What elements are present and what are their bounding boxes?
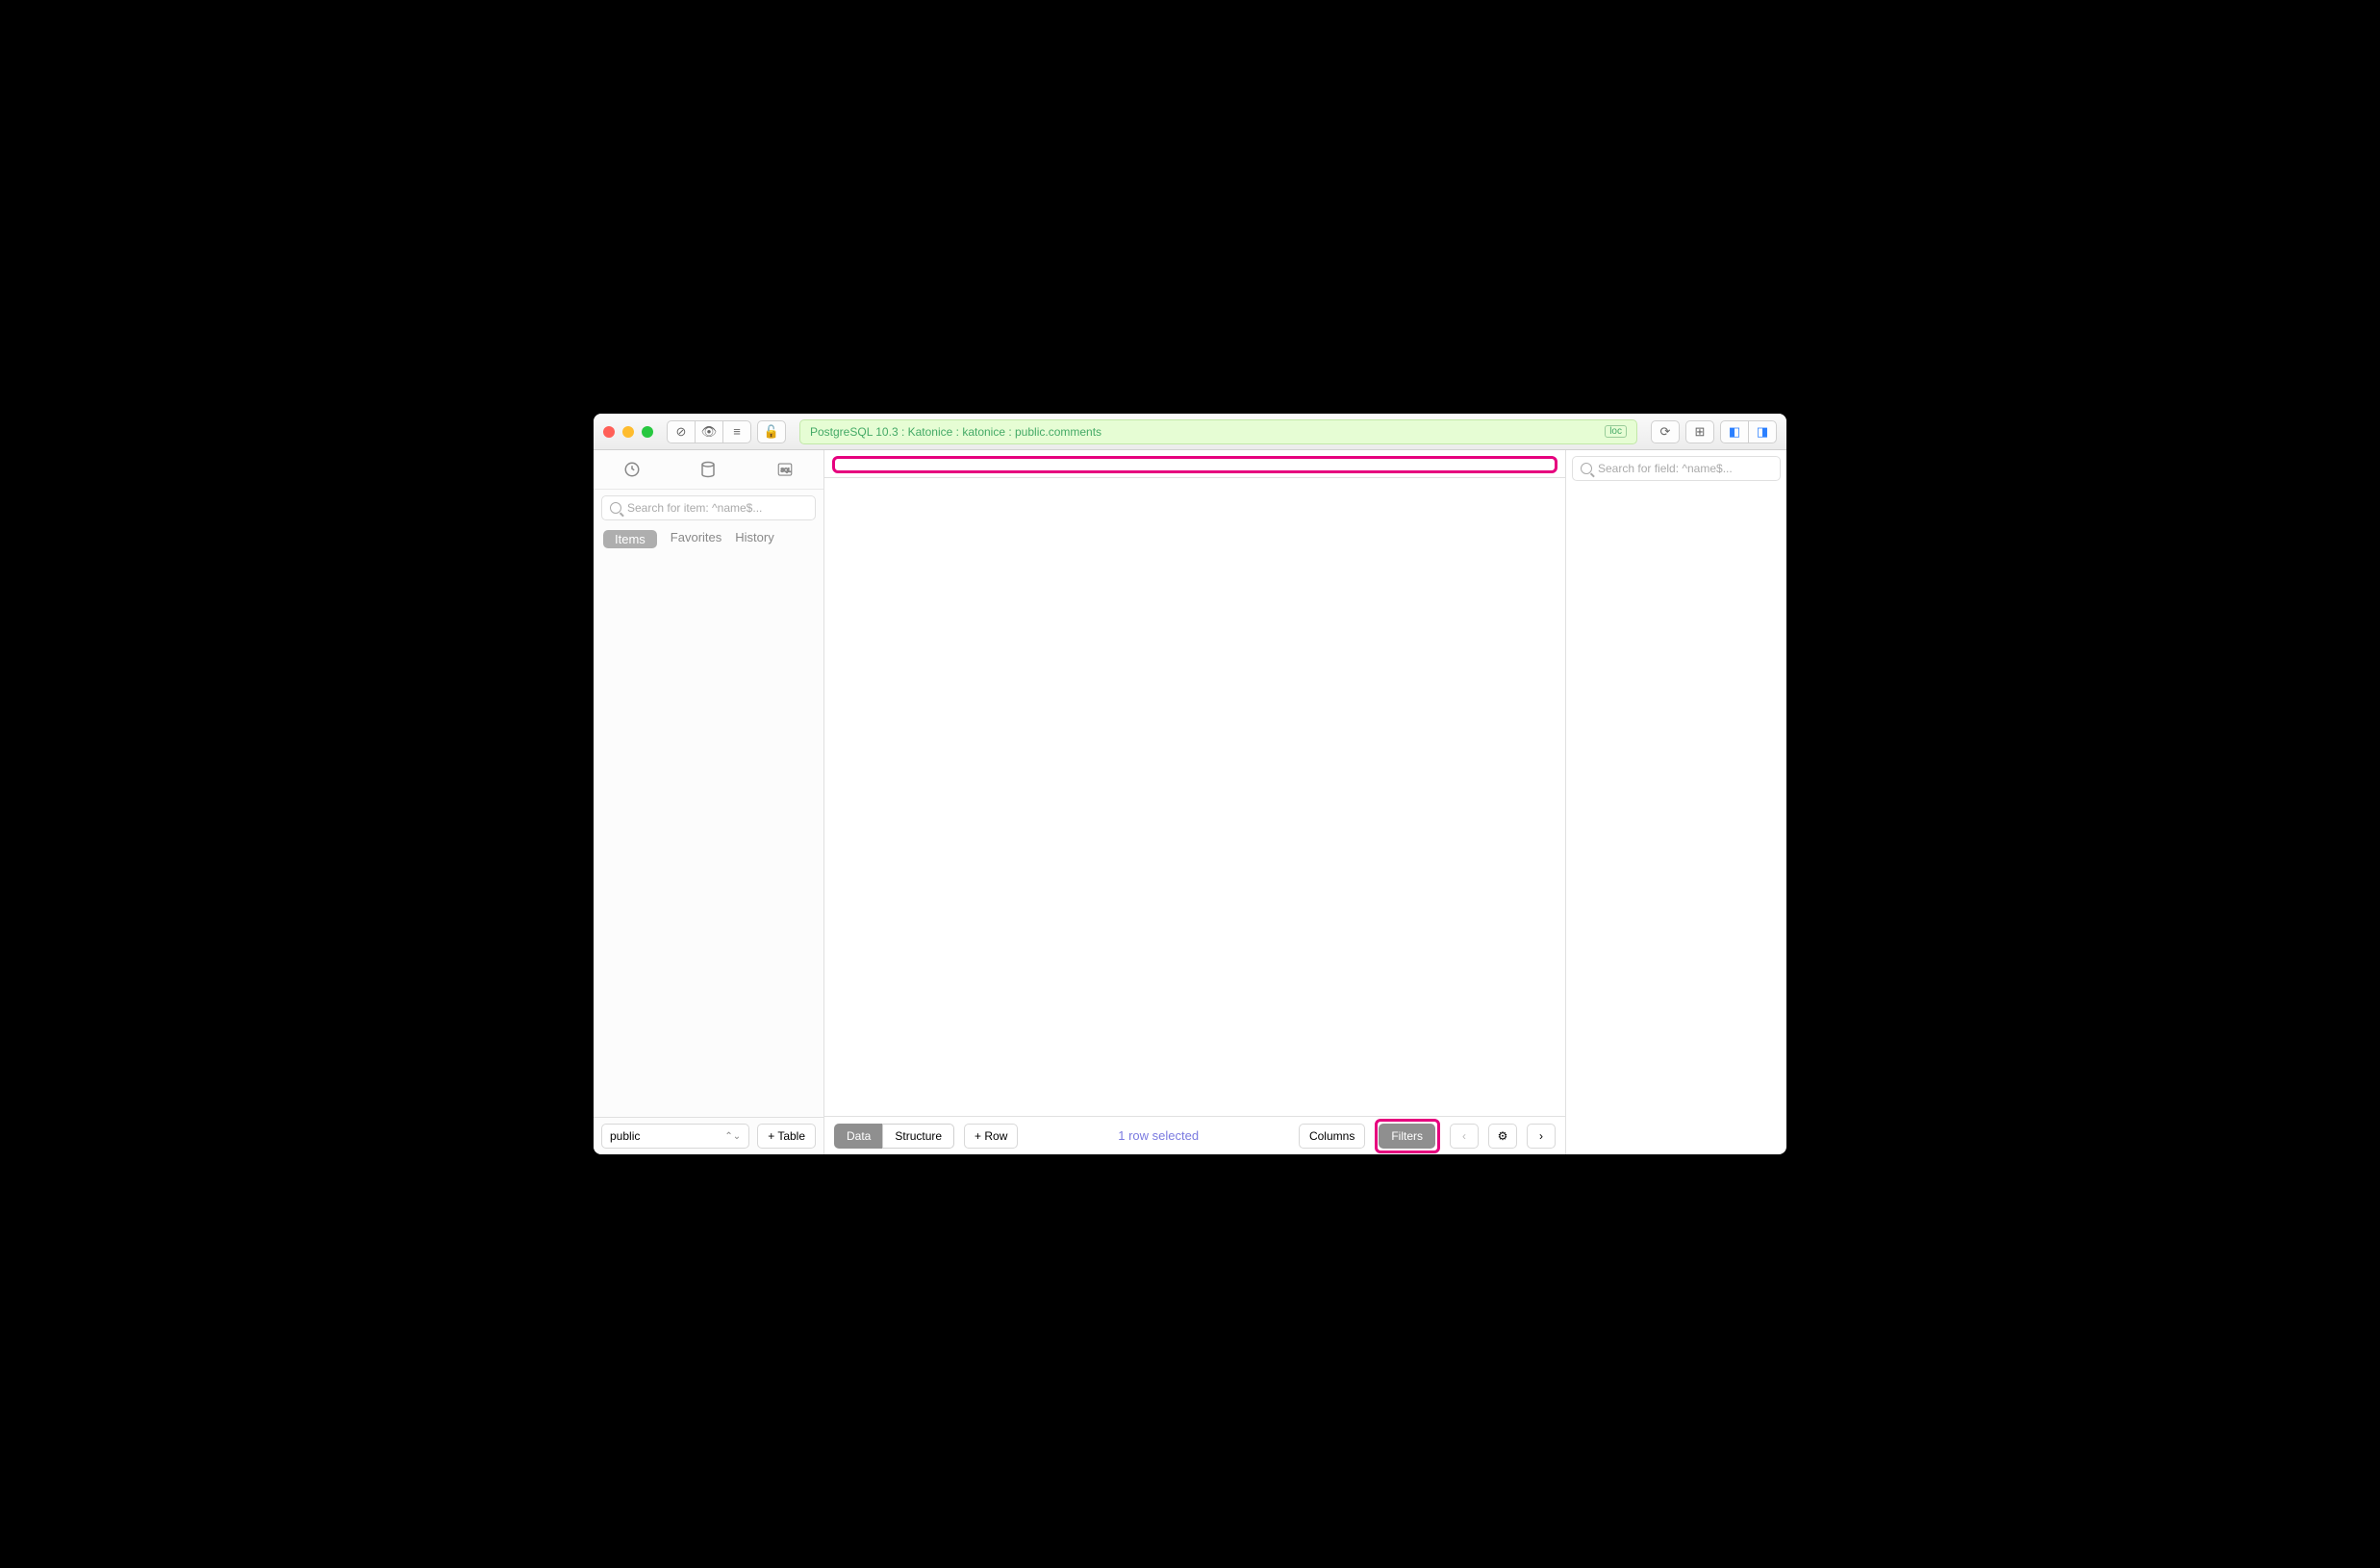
data-tab[interactable]: Data [834, 1124, 883, 1149]
sidebar: SQL Search for item: ^name$... Items Fav… [594, 450, 824, 1154]
plug-icon[interactable] [620, 458, 644, 481]
window-controls [603, 426, 653, 438]
search-placeholder: Search for item: ^name$... [627, 501, 762, 515]
data-grid[interactable] [824, 477, 1565, 1116]
statusbar: Data Structure + Row 1 row selected Colu… [824, 1116, 1565, 1154]
zoom-icon[interactable] [642, 426, 653, 438]
connection-path: PostgreSQL 10.3 : Katonice : katonice : … [799, 419, 1637, 444]
sidebar-tabs: Items Favorites History [594, 526, 823, 554]
search-icon [1581, 463, 1592, 474]
filters-button[interactable]: Filters [1379, 1124, 1435, 1149]
panel-left-button[interactable]: ◧ [1720, 420, 1749, 443]
search-placeholder: Search for field: ^name$... [1598, 462, 1733, 475]
add-row-button[interactable]: + Row [964, 1124, 1018, 1149]
grid-button[interactable]: ⊞ [1685, 420, 1714, 443]
titlebar: ⊘ 👁 ≡ 🔓 PostgreSQL 10.3 : Katonice : kat… [594, 414, 1786, 450]
structure-tab[interactable]: Structure [882, 1124, 954, 1149]
minimize-icon[interactable] [622, 426, 634, 438]
filter-panel [832, 456, 1557, 473]
gear-icon[interactable]: ⚙ [1488, 1124, 1517, 1149]
main-panel: Data Structure + Row 1 row selected Colu… [824, 450, 1565, 1154]
tab-favorites[interactable]: Favorites [671, 530, 722, 548]
list-button[interactable]: ≡ [722, 420, 751, 443]
inspector-search[interactable]: Search for field: ^name$... [1572, 456, 1781, 481]
reload-button[interactable]: ⟳ [1651, 420, 1680, 443]
prev-button[interactable]: ‹ [1450, 1124, 1479, 1149]
tab-items[interactable]: Items [603, 530, 657, 548]
schema-select[interactable]: public⌃⌄ [601, 1124, 749, 1149]
stop-button[interactable]: ⊘ [667, 420, 696, 443]
svg-text:SQL: SQL [781, 468, 792, 473]
search-icon [610, 502, 621, 514]
sidebar-search[interactable]: Search for item: ^name$... [601, 495, 816, 520]
next-button[interactable]: › [1527, 1124, 1556, 1149]
loc-badge: loc [1605, 425, 1627, 438]
selection-status: 1 row selected [1027, 1128, 1289, 1143]
inspector: Search for field: ^name$... [1565, 450, 1786, 1154]
table-list [594, 554, 823, 1117]
lock-button[interactable]: 🔓 [757, 420, 786, 443]
sql-icon[interactable]: SQL [773, 458, 797, 481]
database-icon[interactable] [696, 458, 720, 481]
panel-right-button[interactable]: ◨ [1748, 420, 1777, 443]
tab-history[interactable]: History [735, 530, 773, 548]
view-button[interactable]: 👁 [695, 420, 723, 443]
app-window: ⊘ 👁 ≡ 🔓 PostgreSQL 10.3 : Katonice : kat… [594, 414, 1786, 1154]
close-icon[interactable] [603, 426, 615, 438]
columns-button[interactable]: Columns [1299, 1124, 1365, 1149]
path-text: PostgreSQL 10.3 : Katonice : katonice : … [810, 425, 1101, 439]
add-table-button[interactable]: + Table [757, 1124, 816, 1149]
